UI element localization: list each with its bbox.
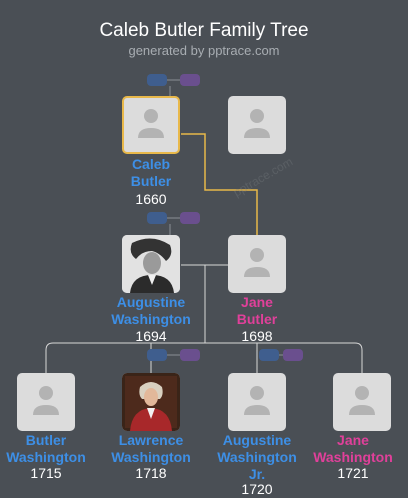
name-line: Washington	[111, 311, 191, 327]
portrait-engraving-icon	[122, 235, 180, 293]
expand-spouse-ancestors-button[interactable]	[180, 349, 200, 361]
expand-spouse-ancestors-button[interactable]	[180, 74, 200, 86]
name-line: Washington	[111, 449, 191, 465]
name-line: Jane	[241, 294, 273, 310]
name-line: Augustine	[116, 294, 186, 310]
name-line: Jane	[337, 432, 369, 448]
person-name-jane-washington[interactable]: Jane Washington	[298, 432, 408, 466]
person-name-lawrence-washington[interactable]: Lawrence Washington	[96, 432, 206, 466]
person-year-lawrence-washington: 1718	[135, 465, 167, 481]
person-name-caleb-butler[interactable]: Caleb Butler	[96, 156, 206, 190]
name-line: Lawrence	[118, 432, 184, 448]
person-placeholder-icon	[33, 386, 59, 415]
person-placeholder-icon	[244, 248, 270, 277]
person-card-caleb-butler[interactable]	[122, 96, 180, 154]
name-line: Butler	[236, 311, 278, 327]
expand-ancestors-button[interactable]	[147, 212, 167, 224]
portrait-painting-icon	[122, 373, 180, 431]
person-name-butler-washington[interactable]: Butler Washington	[0, 432, 101, 466]
person-card-butler-washington[interactable]	[17, 373, 75, 431]
name-line: Augustine	[222, 432, 292, 448]
person-card-lawrence-washington[interactable]	[122, 373, 180, 431]
person-year-jane-washington: 1721	[337, 465, 369, 481]
expand-ancestors-button[interactable]	[147, 349, 167, 361]
person-year-augustine-washington-jr: 1720	[241, 481, 273, 497]
person-year-augustine-washington: 1694	[135, 328, 167, 344]
person-placeholder-icon	[244, 386, 270, 415]
name-line: Washington	[313, 449, 393, 465]
person-name-augustine-washington[interactable]: Augustine Washington	[96, 294, 206, 328]
person-year-caleb-butler: 1660	[135, 191, 167, 207]
person-name-jane-butler[interactable]: Jane Butler	[202, 294, 312, 328]
person-year-jane-butler: 1698	[241, 328, 273, 344]
name-line: Butler	[25, 432, 67, 448]
person-card-jane-butler[interactable]	[228, 235, 286, 293]
name-line: Butler	[130, 173, 172, 189]
expand-ancestors-button[interactable]	[147, 74, 167, 86]
name-line: Washington	[217, 449, 297, 465]
person-card-jane-washington[interactable]	[333, 373, 391, 431]
person-year-butler-washington: 1715	[30, 465, 62, 481]
expand-spouse-ancestors-button[interactable]	[283, 349, 303, 361]
person-placeholder-icon	[244, 109, 270, 138]
person-card-caleb-spouse[interactable]	[228, 96, 286, 154]
name-line: Caleb	[131, 156, 171, 172]
person-card-augustine-washington[interactable]	[122, 235, 180, 293]
expand-spouse-ancestors-button[interactable]	[180, 212, 200, 224]
name-line: Washington	[6, 449, 86, 465]
person-placeholder-icon	[138, 109, 164, 138]
person-name-augustine-washington-jr[interactable]: Augustine Washington Jr.	[202, 432, 312, 483]
person-card-augustine-washington-jr[interactable]	[228, 373, 286, 431]
expand-ancestors-button[interactable]	[259, 349, 279, 361]
person-placeholder-icon	[349, 386, 375, 415]
